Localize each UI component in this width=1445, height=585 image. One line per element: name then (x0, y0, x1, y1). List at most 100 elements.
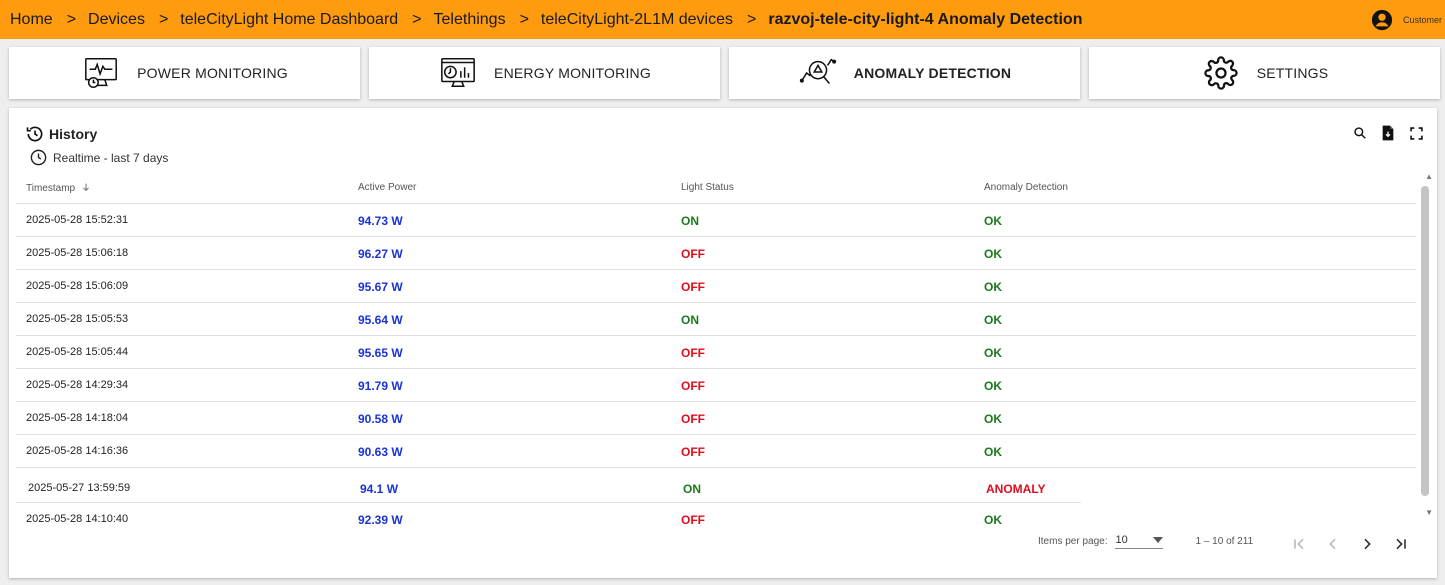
breadcrumb-separator: > (412, 10, 422, 28)
arrow-down-icon (83, 183, 89, 192)
timewindow[interactable]: Realtime - last 7 days (29, 148, 168, 167)
gear-icon (1201, 53, 1241, 93)
fullscreen-icon[interactable] (1407, 124, 1425, 142)
breadcrumb-separator: > (747, 10, 757, 28)
breadcrumb-separator: > (519, 10, 529, 28)
breadcrumb-separator: > (158, 10, 169, 28)
breadcrumb-home-dashboard[interactable]: teleCityLight Home Dashboard (180, 11, 398, 29)
cell-timestamp: 2025-05-28 15:05:44 (26, 346, 129, 358)
cell-timestamp: 2025-05-28 14:16:36 (26, 445, 129, 457)
anomaly-search-icon (798, 53, 838, 93)
last-page-icon[interactable] (1391, 534, 1411, 554)
tile-anomaly-detection[interactable]: ANOMALY DETECTION (729, 47, 1080, 99)
breadcrumb-home[interactable]: Home (10, 11, 53, 29)
search-icon[interactable] (1351, 124, 1369, 142)
breadcrumb-telethings[interactable]: Telethings (434, 11, 506, 29)
timewindow-label: Realtime - last 7 days (53, 150, 169, 165)
tile-power-monitoring[interactable]: POWER MONITORING (9, 47, 360, 99)
cell-timestamp: 2025-05-28 15:06:09 (26, 280, 129, 292)
paginator: Items per page: 10 1 – 10 of 211 (1038, 534, 1253, 549)
cell-timestamp: 2025-05-28 15:52:31 (26, 214, 129, 226)
cell-active-power: 94.1 W (360, 482, 399, 496)
items-per-page-label: Items per page: (1038, 536, 1108, 547)
cell-light-status: OFF (681, 513, 705, 527)
account-circle-icon (1371, 9, 1393, 31)
cell-anomaly-detection: OK (984, 247, 1002, 261)
cell-anomaly-detection: ANOMALY (986, 482, 1046, 496)
history-icon (26, 126, 43, 142)
card-title-text: History (49, 126, 98, 142)
cell-active-power: 90.63 W (358, 445, 403, 459)
cell-light-status: OFF (681, 379, 705, 393)
power-monitor-icon (81, 53, 121, 93)
cell-active-power: 96.27 W (358, 247, 403, 261)
cell-timestamp: 2025-05-28 14:18:04 (26, 412, 129, 424)
table-row[interactable]: 2025-05-28 14:16:36 90.63 W OFF OK (16, 435, 1416, 468)
previous-page-icon[interactable] (1323, 534, 1343, 554)
cell-active-power: 94.73 W (358, 214, 403, 228)
card-actions (1351, 124, 1425, 142)
column-anomaly-detection[interactable]: Anomaly Detection (984, 182, 1068, 193)
breadcrumb: Home > Devices > teleCityLight Home Dash… (0, 11, 1082, 29)
table-row[interactable]: 2025-05-28 15:52:31 94.73 W ON OK (16, 204, 1416, 237)
table-row[interactable]: 2025-05-28 14:10:40 92.39 W OFF OK (16, 505, 1416, 527)
clock-icon (30, 149, 47, 166)
cell-active-power: 95.67 W (358, 280, 403, 294)
table-row[interactable]: 2025-05-28 15:06:18 96.27 W OFF OK (16, 237, 1416, 270)
table-row[interactable]: 2025-05-28 15:05:53 95.64 W ON OK (16, 303, 1416, 336)
tile-label: SETTINGS (1256, 65, 1329, 81)
first-page-icon[interactable] (1289, 534, 1309, 554)
column-light-status[interactable]: Light Status (681, 182, 734, 193)
scrollbar-thumb[interactable] (1421, 186, 1429, 496)
cell-anomaly-detection: OK (984, 513, 1002, 527)
cell-anomaly-detection: OK (984, 379, 1002, 393)
cell-light-status: OFF (681, 445, 705, 459)
cell-active-power: 95.65 W (358, 346, 403, 360)
cell-light-status: ON (681, 313, 699, 327)
cell-light-status: ON (683, 482, 701, 496)
tile-settings[interactable]: SETTINGS (1089, 47, 1440, 99)
cell-light-status: ON (681, 214, 699, 228)
column-timestamp[interactable]: Timestamp (26, 182, 91, 194)
next-page-icon[interactable] (1357, 534, 1377, 554)
scroll-up-arrow-icon[interactable]: ▲ (1425, 172, 1433, 181)
user-menu[interactable]: Customer (1371, 9, 1445, 31)
page-buttons (1289, 534, 1411, 554)
breadcrumb-devices[interactable]: Devices (88, 11, 145, 29)
top-bar: Home > Devices > teleCityLight Home Dash… (0, 0, 1445, 39)
cell-anomaly-detection: OK (984, 412, 1002, 426)
cell-anomaly-detection: OK (984, 313, 1002, 327)
column-label: Timestamp (26, 183, 76, 194)
energy-monitor-icon (438, 53, 478, 93)
cell-anomaly-detection: OK (984, 280, 1002, 294)
column-active-power[interactable]: Active Power (358, 182, 416, 193)
table-row[interactable]: 2025-05-28 15:06:09 95.67 W OFF OK (16, 270, 1416, 303)
page-range: 1 – 10 of 211 (1195, 536, 1254, 547)
scroll-down-arrow-icon[interactable]: ▼ (1425, 508, 1433, 517)
table-row[interactable]: 2025-05-27 13:59:59 94.1 W ON ANOMALY (16, 470, 1081, 503)
breadcrumb-devices-group[interactable]: teleCityLight-2L1M devices (541, 11, 733, 29)
user-label: Customer (1403, 15, 1443, 25)
tile-energy-monitoring[interactable]: ENERGY MONITORING (369, 47, 720, 99)
export-icon[interactable] (1379, 124, 1397, 142)
table-row[interactable]: 2025-05-28 14:29:34 91.79 W OFF OK (16, 369, 1416, 402)
dropdown-arrow-icon (1153, 537, 1164, 543)
items-per-page-select[interactable]: 10 (1115, 534, 1164, 549)
breadcrumb-separator: > (66, 10, 77, 28)
cell-timestamp: 2025-05-27 13:59:59 (28, 482, 131, 494)
nav-tiles: POWER MONITORING ENERGY MONITORING ANOMA… (9, 47, 1440, 99)
items-per-page-value: 10 (1115, 534, 1128, 546)
table-row[interactable]: 2025-05-28 15:05:44 95.65 W OFF OK (16, 336, 1416, 369)
breadcrumb-current: razvoj-tele-city-light-4 Anomaly Detecti… (768, 10, 1083, 28)
table-row[interactable]: 2025-05-28 14:18:04 90.58 W OFF OK (16, 402, 1416, 435)
tile-label: ENERGY MONITORING (494, 65, 651, 81)
tile-label: ANOMALY DETECTION (853, 65, 1012, 81)
cell-timestamp: 2025-05-28 15:05:53 (26, 313, 129, 325)
cell-light-status: OFF (681, 346, 705, 360)
cell-anomaly-detection: OK (984, 445, 1002, 459)
cell-active-power: 91.79 W (358, 379, 403, 393)
cell-timestamp: 2025-05-28 14:10:40 (26, 513, 129, 525)
cell-timestamp: 2025-05-28 15:06:18 (26, 247, 129, 259)
cell-active-power: 95.64 W (358, 313, 403, 327)
cell-active-power: 92.39 W (358, 513, 403, 527)
